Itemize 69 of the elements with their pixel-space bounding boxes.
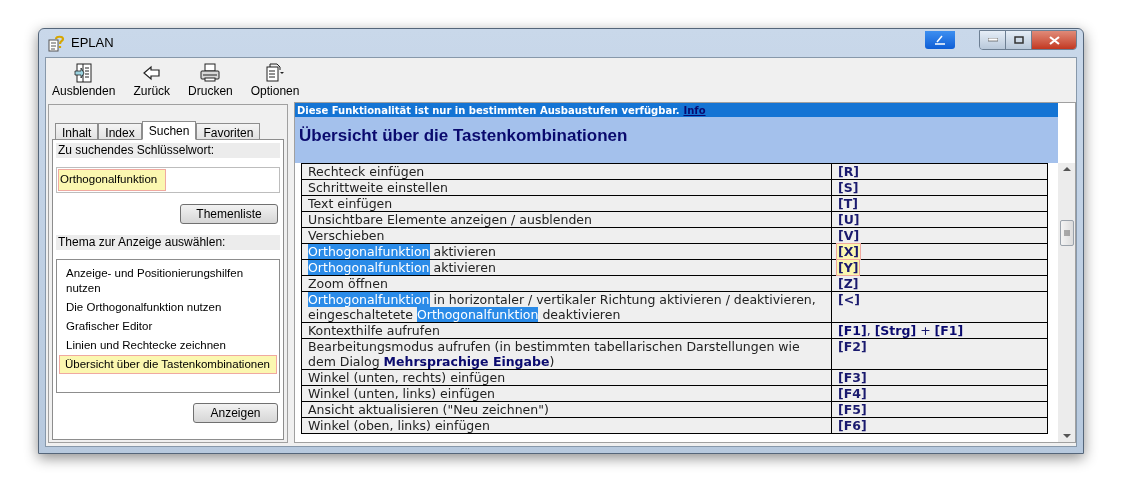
minimize-button[interactable]: [980, 31, 1006, 49]
topic-list-button[interactable]: Themenliste: [180, 204, 278, 224]
action-cell: Orthogonalfunktion aktivieren: [301, 259, 832, 276]
shortcut-cell: [F5]: [831, 401, 1048, 418]
close-button[interactable]: [1032, 31, 1076, 49]
action-cell: Winkel (unten, links) einfügen: [301, 385, 832, 402]
action-cell: Schrittweite einstellen: [301, 179, 832, 196]
topic-item[interactable]: Anzeige- und Positionierungshilfen nutzen: [59, 264, 277, 298]
scroll-down-icon[interactable]: [1062, 434, 1071, 439]
shortcut-cell: [F1], [Strg] + [F1]: [831, 322, 1048, 339]
search-field[interactable]: Orthogonalfunktion: [56, 167, 280, 193]
shortcut-cell: [Z]: [831, 275, 1048, 292]
action-cell: Text einfügen: [301, 195, 832, 212]
shortcut-cell: [S]: [831, 179, 1048, 196]
topic-item[interactable]: Übersicht über die Tastenkombinationen: [59, 355, 277, 374]
action-cell: Winkel (oben, links) einfügen: [301, 417, 832, 434]
document-icon: [265, 63, 286, 83]
toolbar-button[interactable]: Zurück: [131, 63, 173, 98]
action-cell: Verschieben: [301, 227, 832, 244]
tab[interactable]: Suchen: [141, 121, 197, 140]
action-cell: Orthogonalfunktion aktivieren: [301, 243, 832, 260]
scroll-thumb[interactable]: [1059, 219, 1074, 246]
topic-item[interactable]: Grafischer Editor: [59, 317, 277, 336]
page-heading: Übersicht über die Tastenkombinationen: [299, 126, 628, 145]
shortcut-cell: [<]: [831, 291, 1048, 323]
help-icon: [47, 34, 65, 52]
shortcut-cell: [X]: [831, 243, 1048, 260]
search-label: Zu suchendes Schlüsselwort:: [56, 143, 280, 158]
printer-icon: [200, 63, 221, 83]
shortcut-cell: [U]: [831, 211, 1048, 228]
shortcut-cell: [R]: [831, 163, 1048, 180]
notice-text: Diese Funktionalität ist nur in bestimmten Ausbaustufen verfügbar.: [297, 103, 680, 118]
shortcut-cell: [F2]: [831, 338, 1048, 370]
action-cell: Kontexthilfe aufrufen: [301, 322, 832, 339]
topics-label: Thema zur Anzeige auswählen:: [56, 235, 280, 250]
action-cell: Winkel (unten, rechts) einfügen: [301, 369, 832, 386]
panel-icon: [73, 63, 94, 83]
close-icon: [1048, 35, 1060, 45]
shortcut-cell: [Y]: [831, 259, 1048, 276]
highlighted-search-text: Orthogonalfunktion: [58, 169, 167, 191]
scrollbar[interactable]: [1058, 163, 1075, 442]
tab[interactable]: Favoriten: [196, 123, 261, 139]
action-cell: Ansicht aktualisieren ("Neu zeichnen"): [301, 401, 832, 418]
topic-item[interactable]: Linien und Rechtecke zeichnen: [59, 336, 277, 355]
pen-icon: [933, 35, 947, 45]
grip-icon: [1063, 229, 1070, 236]
shortcut-cell: [F3]: [831, 369, 1048, 386]
shortcut-cell: [F4]: [831, 385, 1048, 402]
back-arrow-icon: [141, 63, 162, 83]
tab[interactable]: Inhalt: [55, 123, 99, 139]
minimize-icon: [987, 38, 998, 42]
action-cell: Unsichtbare Elemente anzeigen / ausblenden: [301, 211, 832, 228]
action-cell: Zoom öffnen: [301, 275, 832, 292]
display-button[interactable]: Anzeigen: [193, 403, 278, 423]
scroll-up-icon[interactable]: [1062, 166, 1071, 171]
toolbar-button[interactable]: Drucken: [186, 63, 235, 98]
topic-item[interactable]: Die Orthogonalfunktion nutzen: [59, 298, 277, 317]
action-cell: Rechteck einfügen: [301, 163, 832, 180]
maximize-icon: [1013, 36, 1024, 44]
edit-button[interactable]: [925, 31, 955, 49]
maximize-button[interactable]: [1006, 31, 1032, 49]
action-cell: Orthogonalfunktion in horizontaler / vertikaler Richtung aktivieren / deaktivieren, eingeschaltetete Orthogonalfunktion deaktivieren: [301, 291, 832, 323]
window-title: EPLAN: [71, 34, 114, 53]
shortcut-cell: [T]: [831, 195, 1048, 212]
action-cell: Bearbeitungsmodus aufrufen (in bestimmten tabellarischen Darstellungen wie dem Dialog Mehrsprachige Eingabe): [301, 338, 832, 370]
tab[interactable]: Index: [98, 123, 142, 139]
toolbar-button[interactable]: Optionen: [248, 63, 302, 98]
toolbar-button[interactable]: Ausblenden: [50, 63, 118, 98]
shortcut-cell: [F6]: [831, 417, 1048, 434]
